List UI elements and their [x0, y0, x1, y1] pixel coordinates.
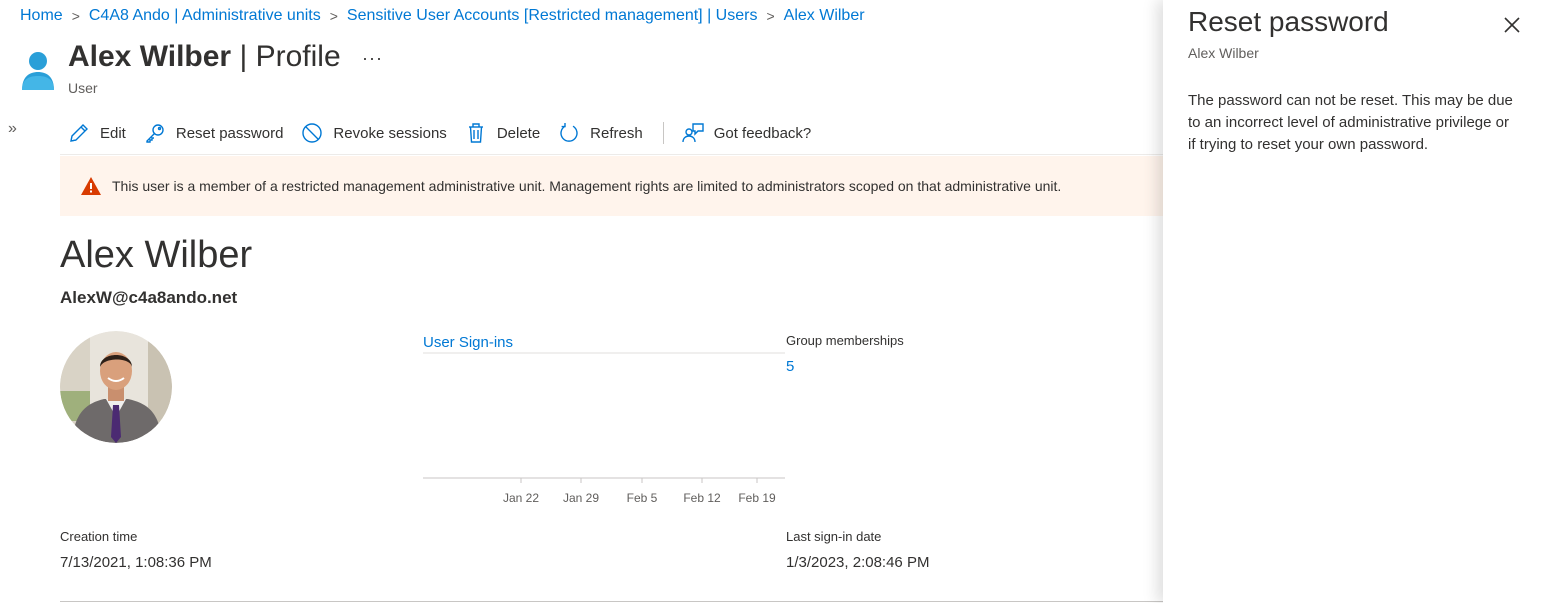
- chevron-right-icon: >: [329, 8, 338, 24]
- breadcrumb-administrative-units[interactable]: C4A8 Ando | Administrative units: [89, 7, 321, 25]
- group-memberships-label: Group memberships: [786, 333, 904, 348]
- feedback-button[interactable]: Got feedback?: [682, 122, 812, 144]
- breadcrumb-alex-wilber[interactable]: Alex Wilber: [784, 7, 865, 25]
- chart-x-tick-label: Jan 29: [563, 491, 599, 505]
- creation-time-value: 7/13/2021, 1:08:36 PM: [60, 554, 212, 571]
- user-icon: [22, 52, 54, 90]
- toolbar-divider-line: [60, 154, 1163, 155]
- profile-display-name: Alex Wilber: [60, 234, 253, 276]
- page-title-section: Profile: [255, 40, 341, 73]
- page-title: Alex Wilber | Profile: [68, 40, 341, 74]
- edit-label: Edit: [100, 124, 126, 142]
- breadcrumb-home[interactable]: Home: [20, 7, 63, 25]
- feedback-icon: [682, 123, 704, 143]
- refresh-label: Refresh: [590, 124, 643, 142]
- avatar: [60, 331, 172, 443]
- delete-button[interactable]: Delete: [465, 122, 540, 144]
- chart-x-tick-label: Feb 12: [683, 491, 721, 505]
- refresh-button[interactable]: Refresh: [558, 122, 643, 144]
- panel-title: Reset password: [1188, 6, 1389, 37]
- delete-label: Delete: [496, 124, 541, 142]
- user-signins-link[interactable]: User Sign-ins: [423, 334, 513, 351]
- key-icon: [146, 124, 164, 143]
- chevron-right-icon: >: [766, 8, 775, 24]
- warning-icon: [81, 177, 101, 195]
- feedback-label: Got feedback?: [713, 124, 812, 142]
- page-title-name: Alex Wilber: [68, 40, 232, 73]
- reset-password-panel: Reset password Alex Wilber The password …: [1163, 0, 1542, 603]
- section-divider: [60, 601, 1163, 602]
- chart-x-tick-label: Feb 19: [738, 491, 776, 505]
- restricted-unit-warning-banner: This user is a member of a restricted ma…: [60, 156, 1163, 216]
- edit-button[interactable]: Edit: [68, 122, 126, 144]
- breadcrumb-sensitive-users[interactable]: Sensitive User Accounts [Restricted mana…: [347, 7, 758, 25]
- user-signins-chart: Jan 22 Jan 29 Feb 5 Feb 12 Feb 19: [423, 352, 785, 505]
- close-icon[interactable]: [1501, 14, 1523, 36]
- warning-text: This user is a member of a restricted ma…: [112, 178, 1062, 194]
- last-signin-value: 1/3/2023, 2:08:46 PM: [786, 554, 930, 571]
- creation-time-label: Creation time: [60, 529, 138, 544]
- reset-password-label: Reset password: [175, 124, 284, 142]
- block-icon: [302, 123, 323, 143]
- more-options-button[interactable]: ···: [362, 48, 383, 69]
- profile-user-principal-name: AlexW@c4a8ando.net: [60, 288, 238, 307]
- last-signin-label: Last sign-in date: [786, 529, 882, 544]
- panel-subtitle: Alex Wilber: [1188, 45, 1259, 61]
- pencil-icon: [70, 124, 88, 142]
- panel-message: The password can not be reset. This may …: [1188, 92, 1513, 153]
- toolbar-divider: [662, 122, 664, 144]
- chart-x-tick-label: Jan 22: [503, 491, 539, 505]
- chart-x-tick-label: Feb 5: [627, 491, 658, 505]
- revoke-sessions-label: Revoke sessions: [333, 124, 447, 142]
- trash-icon: [468, 123, 483, 143]
- refresh-icon: [560, 123, 578, 142]
- group-memberships-count[interactable]: 5: [786, 358, 794, 375]
- page-title-separator: |: [231, 40, 256, 73]
- reset-password-button[interactable]: Reset password: [144, 122, 284, 144]
- page-subtitle: User: [68, 80, 98, 96]
- revoke-sessions-button[interactable]: Revoke sessions: [301, 122, 447, 144]
- chevron-right-icon: >: [71, 8, 80, 24]
- breadcrumb: Home > C4A8 Ando | Administrative units …: [20, 7, 865, 25]
- command-bar: Edit Reset password Revoke sessions Dele…: [68, 118, 829, 148]
- expand-menu-icon[interactable]: »: [8, 120, 17, 138]
